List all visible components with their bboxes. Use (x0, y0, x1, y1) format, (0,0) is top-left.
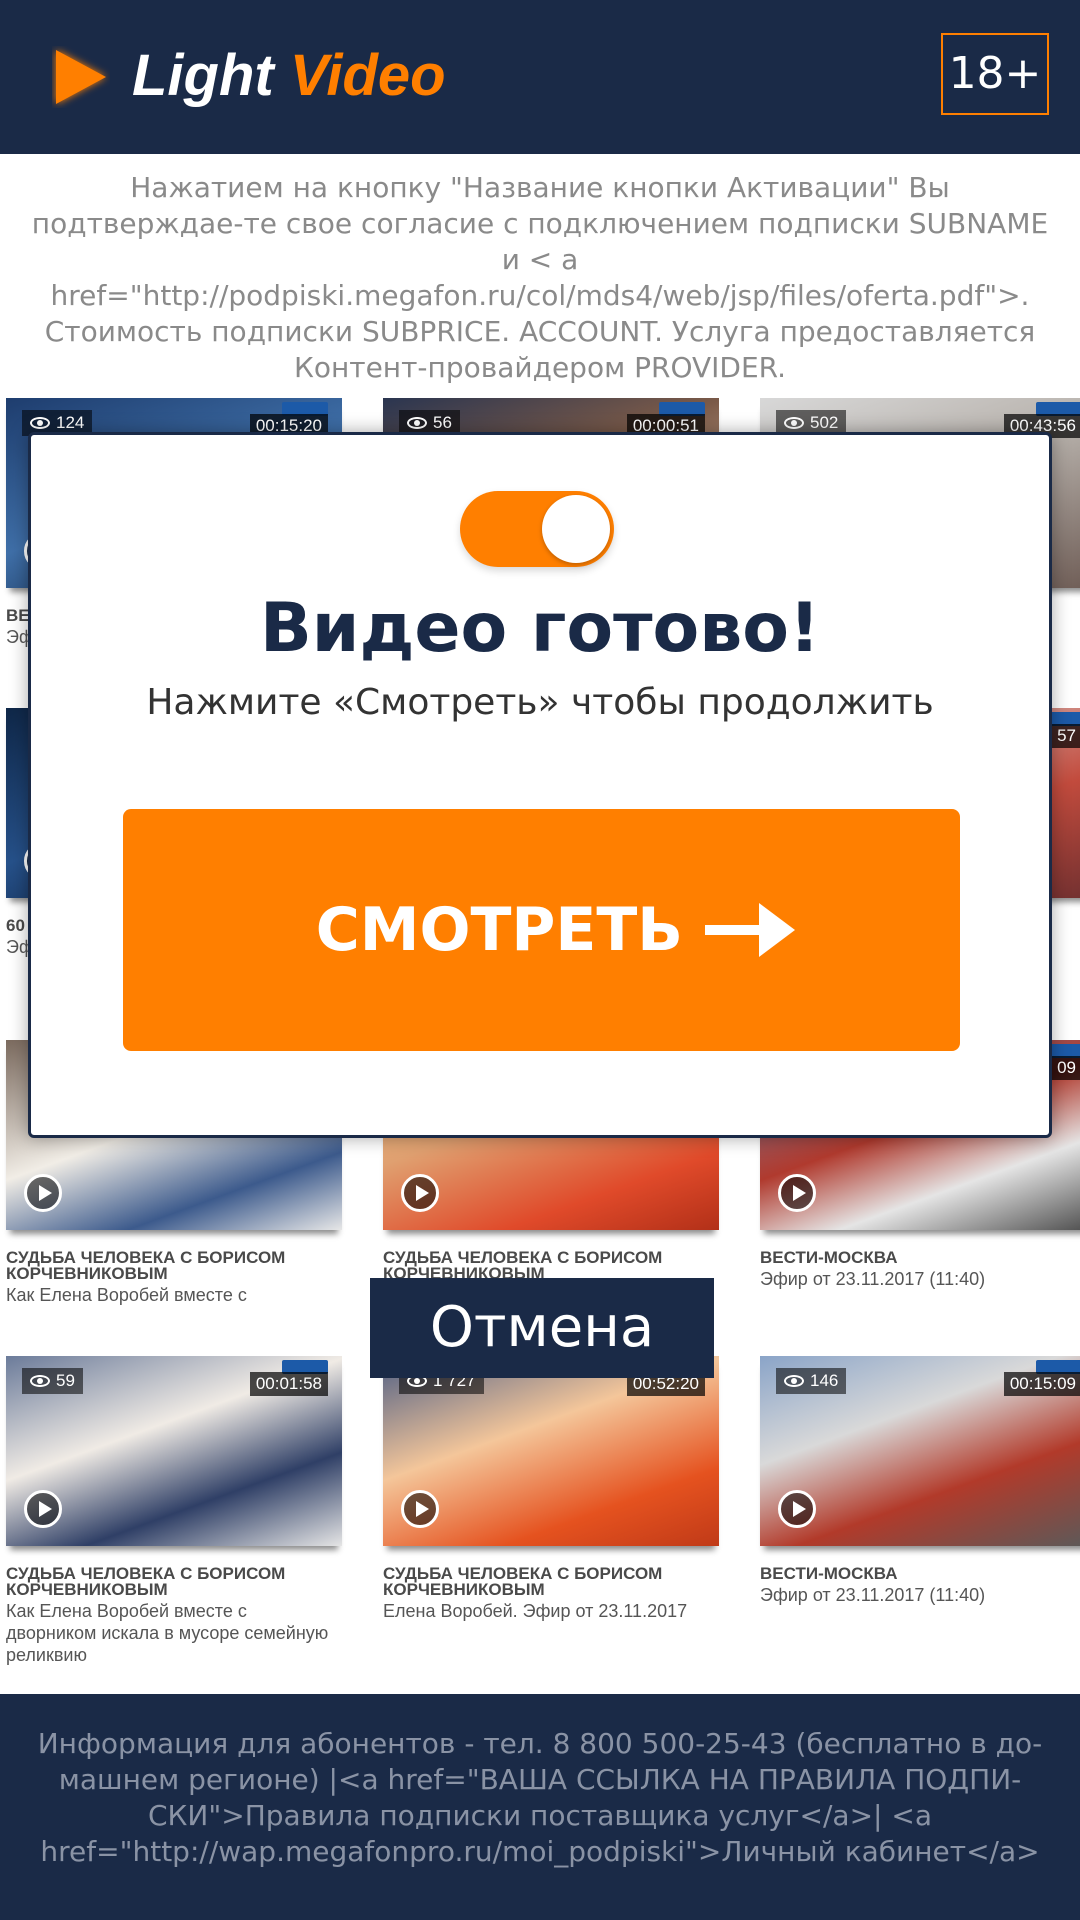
video-title[interactable]: СУДЬБА ЧЕЛОВЕКА С БОРИСОМ КОРЧЕВНИКОВЫМ (383, 1565, 719, 1598)
video-thumbnail[interactable]: 146 00:15:09 (760, 1356, 1080, 1546)
video-description[interactable]: Елена Воробей. Эфир от 23.11.2017 (383, 1600, 719, 1622)
logo[interactable]: Light Video (132, 42, 446, 110)
video-thumbnail[interactable]: 1 727 00:52:20 (383, 1356, 719, 1546)
video-title[interactable]: СУДЬБА ЧЕЛОВЕКА С БОРИСОМ КОРЧЕВНИКОВЫМ (6, 1249, 342, 1282)
play-logo-icon (56, 50, 106, 104)
video-card[interactable]: 146 00:15:09 ВЕСТИ-МОСКВА Эфир от 23.11.201… (760, 1356, 1080, 1606)
video-title[interactable]: СУДЬБА ЧЕЛОВЕКА С БОРИСОМ КОРЧЕВНИКОВЫМ (6, 1565, 342, 1598)
video-description[interactable]: Как Елена Воробей вместе с (6, 1284, 342, 1306)
video-duration: 09 (1051, 1056, 1080, 1080)
video-description[interactable]: Эфир от 23.11.2017 (11:40) (760, 1268, 1080, 1290)
logo-light-text: Light (132, 43, 274, 108)
eye-icon (30, 417, 50, 429)
eye-icon (30, 1375, 50, 1387)
video-duration: 57 (1051, 724, 1080, 748)
footer: Информация для абонентов - тел. 8 800 50… (0, 1694, 1080, 1920)
eye-icon (407, 417, 427, 429)
logo-video-text: Video (289, 43, 446, 108)
video-ready-modal: Видео готово! Нажмите «Смотреть» чтобы п… (28, 432, 1052, 1138)
view-count-value: 56 (433, 413, 452, 432)
video-card[interactable]: 59 00:01:58 СУДЬБА ЧЕЛОВЕКА С БОРИСОМ КОРЧ… (6, 1356, 342, 1666)
play-icon[interactable] (24, 1490, 62, 1528)
view-count: 59 (22, 1368, 83, 1394)
video-thumbnail[interactable]: 59 00:01:58 (6, 1356, 342, 1546)
view-count-value: 124 (56, 413, 85, 432)
video-title[interactable]: ВЕСТИ-МОСКВА (760, 1249, 1080, 1266)
video-description[interactable]: Как Елена Воробей вместе с дворником иск… (6, 1600, 342, 1666)
play-icon[interactable] (778, 1490, 816, 1528)
view-count-value: 146 (810, 1371, 839, 1390)
eye-icon (784, 1375, 804, 1387)
header: Light Video 18+ (0, 0, 1080, 154)
video-title[interactable]: ВЕСТИ-МОСКВА (760, 1565, 1080, 1582)
view-count-value: 502 (810, 413, 839, 432)
modal-subtitle: Нажмите «Смотреть» чтобы продолжить (146, 682, 934, 723)
video-description[interactable]: Эфир от 23.11.2017 (11:40) (760, 1584, 1080, 1606)
watch-button-label: СМОТРЕТЬ (315, 895, 683, 965)
play-icon[interactable] (778, 1174, 816, 1212)
video-card[interactable]: 1 727 00:52:20 СУДЬБА ЧЕЛОВЕКА С БОРИСОМ К… (383, 1356, 719, 1622)
arrow-right-icon (705, 903, 795, 957)
view-count: 146 (776, 1368, 847, 1394)
toggle-switch[interactable] (460, 491, 614, 567)
modal-title: Видео готово! (259, 589, 821, 668)
video-duration: 00:15:09 (1003, 1372, 1080, 1396)
toggle-knob (542, 495, 610, 563)
subscription-disclaimer: Нажатием на кнопку "Название кнопки Акти… (31, 171, 1049, 384)
view-count-value: 59 (56, 1371, 75, 1390)
footer-info: Информация для абонентов - тел. 8 800 50… (37, 1727, 1043, 1868)
eye-icon (784, 417, 804, 429)
play-icon[interactable] (401, 1174, 439, 1212)
play-icon[interactable] (401, 1490, 439, 1528)
watch-button[interactable]: СМОТРЕТЬ (123, 809, 960, 1051)
age-rating-badge: 18+ (941, 33, 1049, 115)
video-duration: 00:01:58 (249, 1372, 328, 1396)
play-icon[interactable] (24, 1174, 62, 1212)
cancel-button[interactable]: Отмена (370, 1278, 714, 1378)
